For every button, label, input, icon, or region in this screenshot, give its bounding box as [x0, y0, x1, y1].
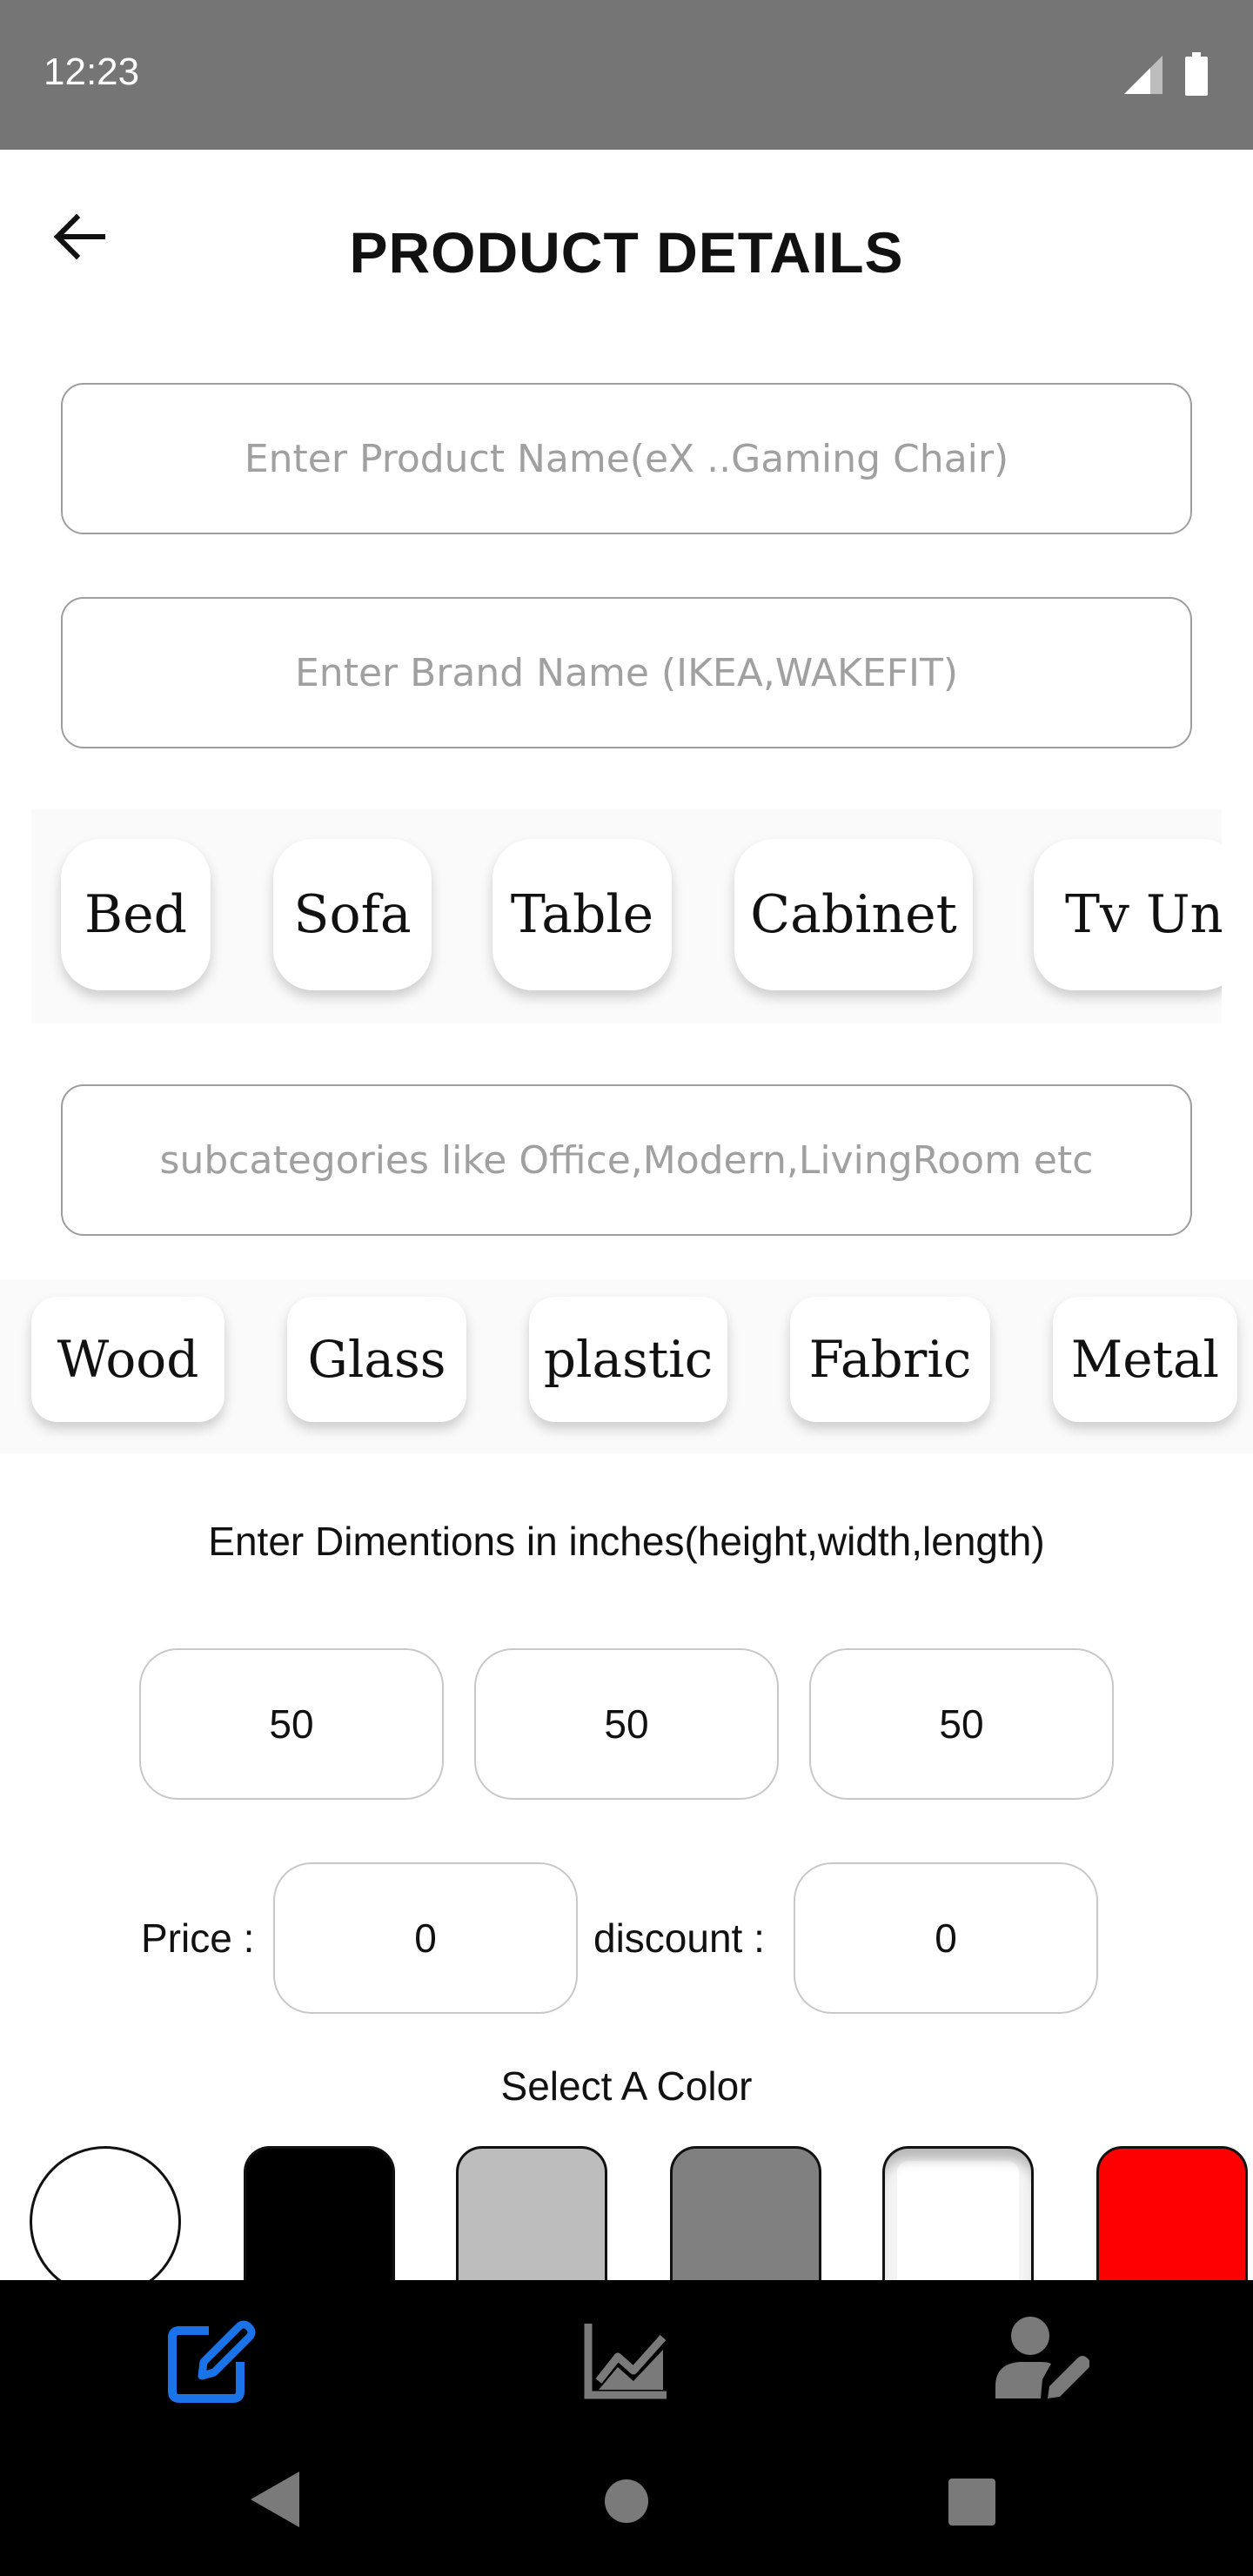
height-input[interactable]: [139, 1648, 444, 1800]
category-chip-sofa[interactable]: Sofa: [273, 839, 432, 990]
system-recents-icon[interactable]: [948, 2479, 995, 2526]
edit-icon[interactable]: [164, 2311, 259, 2407]
discount-input[interactable]: [794, 1862, 1098, 2014]
subcategory-input[interactable]: [61, 1084, 1192, 1236]
product-name-input[interactable]: [61, 383, 1192, 534]
discount-label: discount :: [593, 1915, 765, 1961]
width-input[interactable]: [474, 1648, 779, 1800]
material-chip-fabric[interactable]: Fabric: [790, 1297, 990, 1422]
length-input[interactable]: [809, 1648, 1114, 1800]
price-input[interactable]: [273, 1862, 578, 2014]
category-chip-tv-unit[interactable]: Tv Unit: [1034, 839, 1222, 990]
category-chip-bed[interactable]: Bed: [61, 839, 211, 990]
chart-icon[interactable]: [580, 2311, 675, 2407]
status-bar: 12:23: [0, 0, 1253, 150]
page-title: PRODUCT DETAILS: [349, 220, 904, 285]
material-chip-metal[interactable]: Metal: [1053, 1297, 1237, 1422]
category-chip-cabinet[interactable]: Cabinet: [734, 839, 973, 990]
dimensions-label: Enter Dimentions in inches(height,width,…: [208, 1519, 1045, 1564]
status-time: 12:23: [44, 50, 140, 93]
app-screen: 12:23 PRODUCT DETAILS Bed Sofa Table Cab…: [0, 0, 1253, 2576]
price-label: Price :: [141, 1915, 255, 1961]
brand-name-input[interactable]: [61, 597, 1192, 748]
material-chip-wood[interactable]: Wood: [31, 1297, 224, 1422]
system-back-icon[interactable]: [251, 2472, 299, 2527]
battery-icon: [1185, 52, 1208, 96]
color-swatch-white-circle[interactable]: [30, 2146, 181, 2298]
signal-icon: [1124, 56, 1163, 94]
material-chip-glass[interactable]: Glass: [287, 1297, 466, 1422]
user-edit-icon[interactable]: [994, 2311, 1089, 2407]
select-color-label: Select A Color: [500, 2063, 753, 2109]
category-chip-strip[interactable]: Bed Sofa Table Cabinet Tv Unit: [31, 809, 1222, 1023]
category-chip-table[interactable]: Table: [492, 839, 672, 990]
system-home-icon[interactable]: [604, 2479, 649, 2524]
material-chip-strip[interactable]: Wood Glass plastic Fabric Metal: [0, 1279, 1253, 1453]
material-chip-plastic[interactable]: plastic: [529, 1297, 727, 1422]
